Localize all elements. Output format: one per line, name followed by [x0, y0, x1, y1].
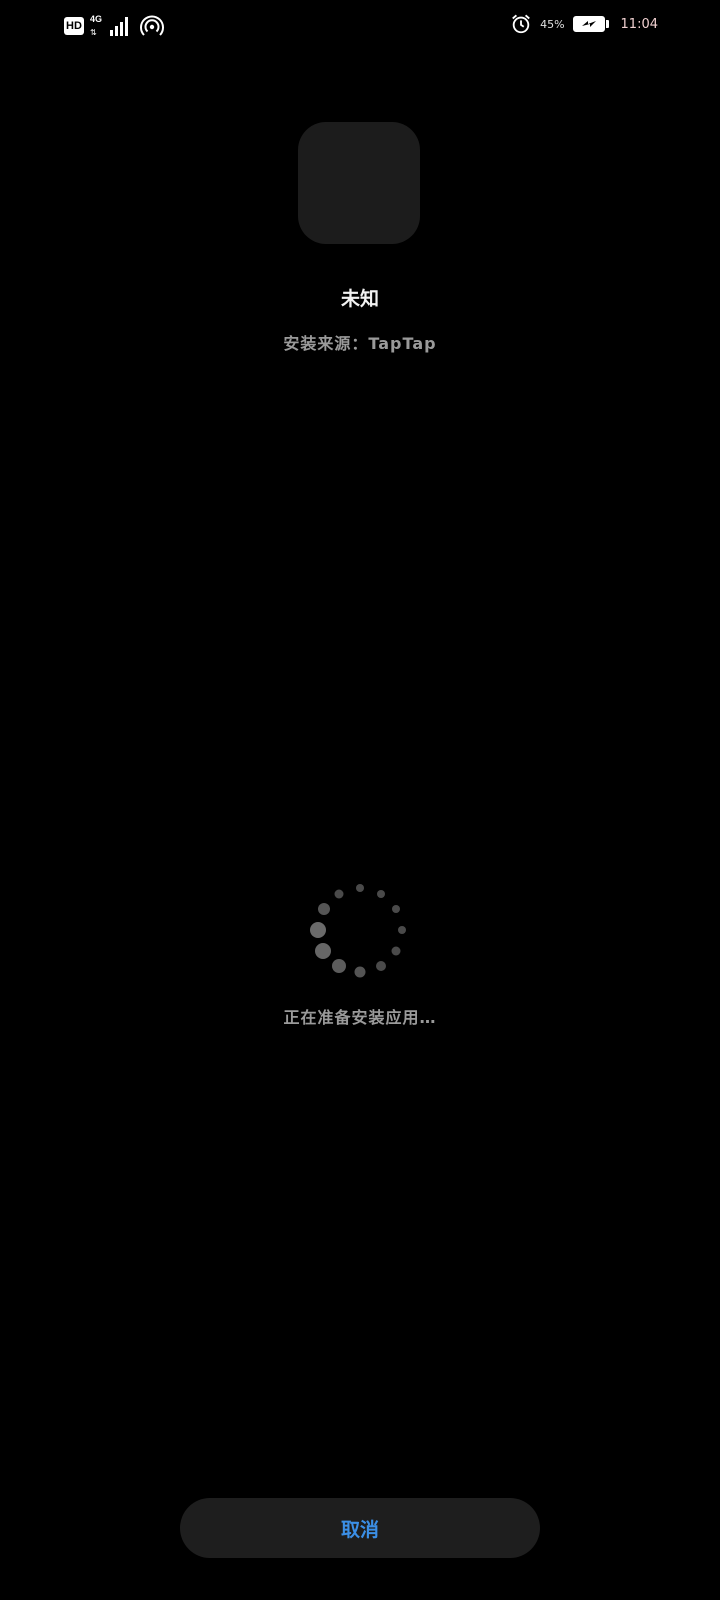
- app-icon-placeholder: [298, 122, 420, 244]
- status-bar-left: HD 4G ⇅: [64, 14, 164, 38]
- hotspot-icon: [140, 15, 164, 36]
- cancel-button[interactable]: 取消: [180, 1498, 540, 1558]
- loading-spinner-icon: [310, 884, 406, 978]
- signal-icon: [110, 16, 128, 36]
- install-source-label: 安装来源：TapTap: [283, 334, 437, 353]
- battery-charging-icon: [572, 16, 609, 32]
- hd-icon: HD: [64, 17, 84, 35]
- status-bar: HD 4G ⇅ 45% 11:04: [0, 0, 720, 52]
- clock: 11:04: [620, 16, 658, 32]
- network-type-label: 4G: [90, 14, 103, 24]
- preparing-install-text: 正在准备安装应用…: [283, 1008, 437, 1027]
- data-arrows-icon: ⇅: [90, 28, 97, 37]
- alarm-icon: [512, 14, 530, 34]
- network-type-icon: 4G ⇅: [90, 14, 104, 38]
- battery-percent: 45%: [540, 17, 565, 31]
- app-name: 未知: [340, 288, 379, 310]
- status-bar-right: 45% 11:04: [510, 12, 658, 36]
